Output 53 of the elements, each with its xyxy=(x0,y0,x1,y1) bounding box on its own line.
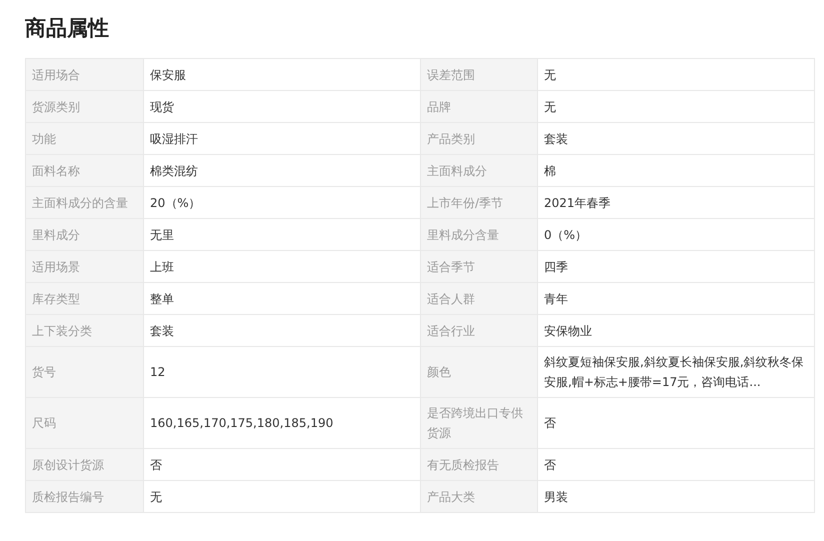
attribute-value: 0（%） xyxy=(538,218,814,250)
attribute-label: 产品类别 xyxy=(420,122,538,154)
attribute-label: 上市年份/季节 xyxy=(420,186,538,218)
attribute-label: 库存类型 xyxy=(26,282,144,314)
attribute-label: 是否跨境出口专供货源 xyxy=(420,398,538,448)
attribute-value: 160,165,170,175,180,185,190 xyxy=(144,398,420,448)
attribute-value: 男装 xyxy=(538,480,814,512)
attribute-label: 质检报告编号 xyxy=(26,480,144,512)
attribute-label: 货号 xyxy=(26,346,144,398)
attribute-value: 保安服 xyxy=(144,58,420,90)
attribute-value: 套装 xyxy=(144,314,420,346)
attribute-label: 功能 xyxy=(26,122,144,154)
attribute-value: 套装 xyxy=(538,122,814,154)
attribute-label: 适用场景 xyxy=(26,250,144,282)
attribute-value: 否 xyxy=(538,398,814,448)
attribute-label: 里料成分含量 xyxy=(420,218,538,250)
attribute-value: 上班 xyxy=(144,250,420,282)
attribute-value: 无 xyxy=(538,58,814,90)
attribute-value: 斜纹夏短袖保安服,斜纹夏长袖保安服,斜纹秋冬保安服,帽+标志+腰带=17元，咨询电话... xyxy=(538,346,814,398)
attribute-value: 四季 xyxy=(538,250,814,282)
attribute-value: 20（%） xyxy=(144,186,420,218)
attribute-value: 现货 xyxy=(144,90,420,122)
attribute-label: 面料名称 xyxy=(26,154,144,186)
attribute-label: 适合人群 xyxy=(420,282,538,314)
attribute-label: 误差范围 xyxy=(420,58,538,90)
attribute-value: 吸湿排汗 xyxy=(144,122,420,154)
attribute-label: 主面料成分的含量 xyxy=(26,186,144,218)
attribute-label: 主面料成分 xyxy=(420,154,538,186)
attribute-label: 上下装分类 xyxy=(26,314,144,346)
attribute-value: 12 xyxy=(144,346,420,398)
attribute-value: 安保物业 xyxy=(538,314,814,346)
attribute-value: 2021年春季 xyxy=(538,186,814,218)
attribute-label: 货源类别 xyxy=(26,90,144,122)
attribute-label: 原创设计货源 xyxy=(26,448,144,480)
attribute-label: 产品大类 xyxy=(420,480,538,512)
attribute-value: 无 xyxy=(144,480,420,512)
attribute-label: 适用场合 xyxy=(26,58,144,90)
attribute-label: 有无质检报告 xyxy=(420,448,538,480)
attribute-value: 棉 xyxy=(538,154,814,186)
attribute-label: 里料成分 xyxy=(26,218,144,250)
attribute-label: 品牌 xyxy=(420,90,538,122)
section-title: 商品属性 xyxy=(25,15,110,42)
attribute-value: 棉类混纺 xyxy=(144,154,420,186)
attribute-value: 无 xyxy=(538,90,814,122)
attribute-value: 无里 xyxy=(144,218,420,250)
attribute-value: 青年 xyxy=(538,282,814,314)
attribute-value: 否 xyxy=(538,448,814,480)
attribute-label: 颜色 xyxy=(420,346,538,398)
attribute-label: 适合季节 xyxy=(420,250,538,282)
attribute-value: 整单 xyxy=(144,282,420,314)
attribute-label: 尺码 xyxy=(26,398,144,448)
attribute-value: 否 xyxy=(144,448,420,480)
attribute-label: 适合行业 xyxy=(420,314,538,346)
